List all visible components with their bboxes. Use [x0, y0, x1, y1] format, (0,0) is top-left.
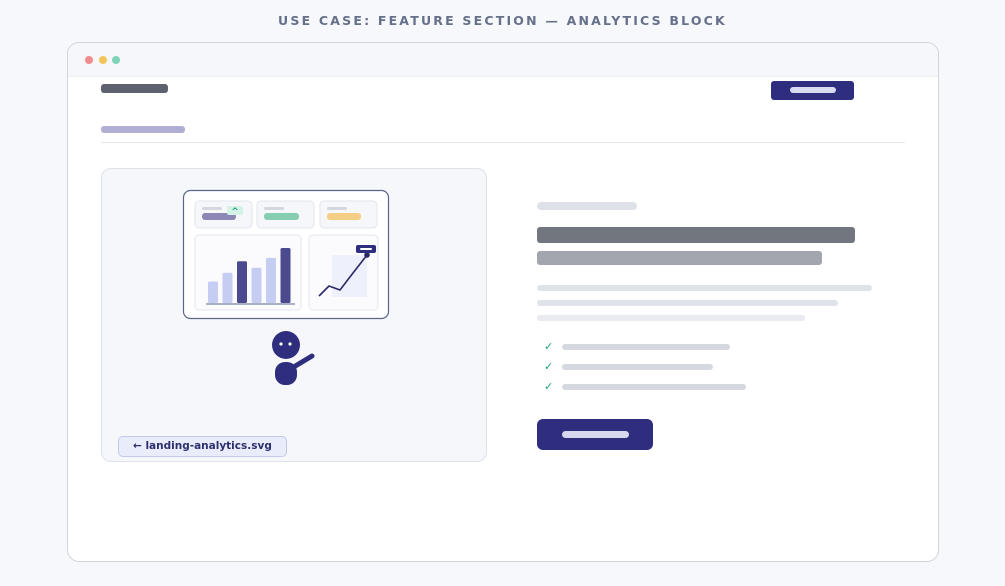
nav-divider: [101, 142, 905, 143]
feature-item-2-placeholder: [562, 364, 713, 370]
nav-link-placeholder[interactable]: [101, 126, 185, 133]
paragraph-line-2-placeholder: [537, 300, 838, 306]
feature-item-1-placeholder: [562, 344, 730, 350]
kpi-card-1: [194, 200, 253, 229]
window-maximize-dot[interactable]: [112, 56, 120, 64]
paragraph-line-3-placeholder: [537, 315, 805, 321]
kpi-card-3: [319, 200, 378, 229]
trend-up-icon: ^: [231, 207, 239, 217]
page-caption: USE CASE: FEATURE SECTION — ANALYTICS BL…: [278, 13, 727, 28]
bar-chart-bar: [266, 257, 276, 303]
illustration-panel: ^ ← landing-analytics.svg: [101, 168, 487, 462]
bar-chart-bar: [280, 248, 291, 303]
kpi-card-2: [256, 200, 315, 229]
logo-placeholder[interactable]: [101, 84, 168, 93]
primary-cta-button[interactable]: [537, 419, 653, 450]
heading-line-2-placeholder: [537, 251, 822, 265]
bar-chart-bar: [208, 281, 218, 303]
bar-chart-bar: [251, 267, 262, 303]
check-icon: ✓: [544, 380, 554, 393]
nav-cta-label-placeholder: [790, 87, 836, 93]
eyebrow-placeholder: [537, 202, 637, 210]
feature-item-3-placeholder: [562, 384, 746, 390]
window-close-dot[interactable]: [85, 56, 93, 64]
browser-window: ^ ← landing-analytics.svg ✓ ✓ ✓: [67, 42, 939, 562]
cta-label-placeholder: [562, 431, 629, 438]
analytics-illustration: ^: [182, 189, 390, 385]
presenter-figure: [272, 331, 315, 385]
bar-chart-bar: [222, 272, 233, 303]
nav-cta-button[interactable]: [771, 81, 854, 100]
paragraph-line-1-placeholder: [537, 285, 872, 291]
window-minimize-dot[interactable]: [99, 56, 107, 64]
file-name-tag[interactable]: ← landing-analytics.svg: [118, 436, 287, 457]
check-icon: ✓: [544, 340, 554, 353]
bar-chart-bar: [237, 261, 247, 303]
heading-line-1-placeholder: [537, 227, 855, 243]
browser-chrome: [68, 43, 938, 77]
check-icon: ✓: [544, 360, 554, 373]
trend-line-endpoint: [364, 252, 370, 258]
